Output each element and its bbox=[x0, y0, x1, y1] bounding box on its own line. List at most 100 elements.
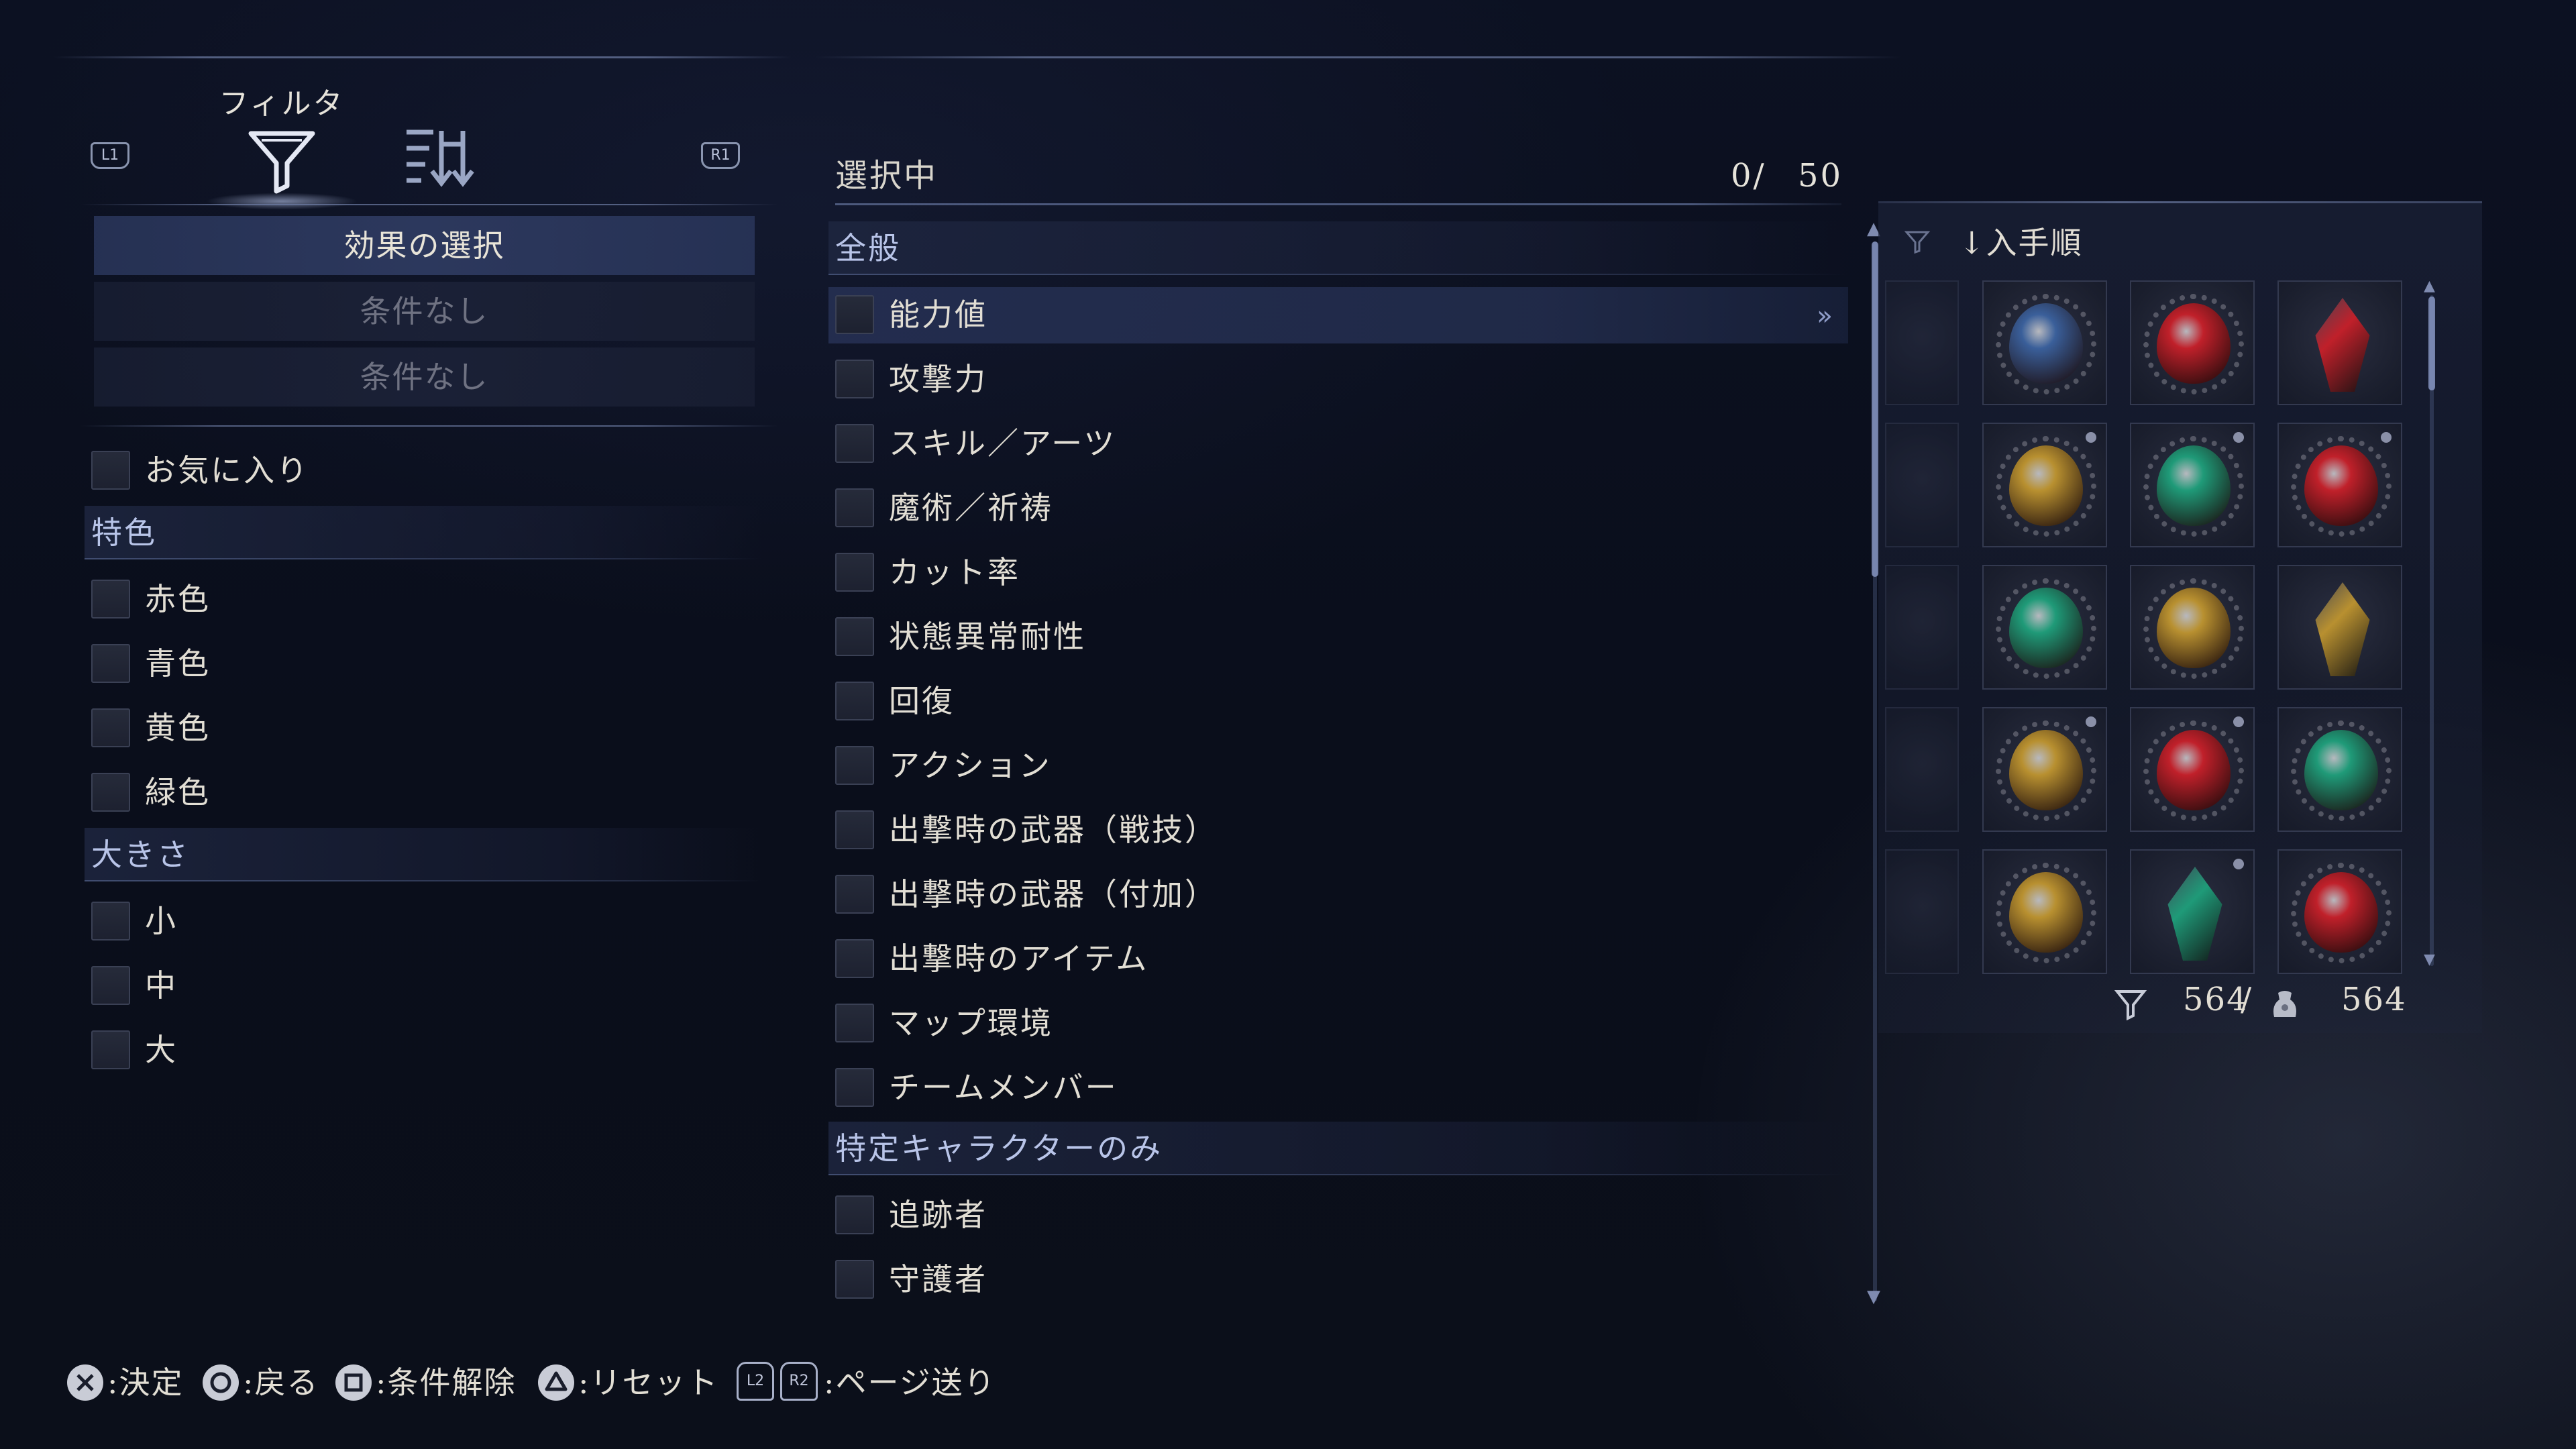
effect-option-label: 攻撃力 bbox=[889, 361, 987, 397]
tab-filter[interactable] bbox=[241, 124, 322, 198]
checkbox-row-effect-option[interactable]: 出撃時のアイテム bbox=[835, 935, 1774, 982]
effect-option-label: アクション bbox=[889, 747, 1052, 784]
effect-select-button[interactable]: 効果の選択 bbox=[94, 216, 755, 275]
effect-option-checkbox[interactable] bbox=[835, 424, 874, 463]
item-slot-partial[interactable] bbox=[1885, 707, 1959, 832]
blue-checkbox[interactable] bbox=[91, 644, 130, 683]
green-checkbox[interactable] bbox=[91, 773, 130, 812]
effect-option-checkbox[interactable] bbox=[835, 1004, 874, 1042]
effect-option-label: スキル／アーツ bbox=[889, 425, 1117, 462]
red-checkbox[interactable] bbox=[91, 580, 130, 619]
item-slot[interactable] bbox=[1982, 707, 2107, 832]
checkbox-row-effect-option[interactable]: 攻撃力 bbox=[835, 356, 1774, 402]
scroll-down-arrow-icon[interactable]: ▼ bbox=[1867, 1287, 1880, 1307]
condition-slot-1[interactable]: 条件なし bbox=[94, 282, 755, 341]
grid-scroll-down-arrow-icon[interactable]: ▼ bbox=[2424, 951, 2435, 968]
effect-option-checkbox[interactable] bbox=[835, 360, 874, 398]
item-slot-partial[interactable] bbox=[1885, 280, 1959, 405]
checkbox-row-effect-option[interactable]: 出撃時の武器（戦技） bbox=[835, 806, 1774, 853]
green-relic-gem-icon bbox=[2157, 445, 2231, 526]
item-slot-partial[interactable] bbox=[1885, 565, 1959, 690]
clear-conditions-hint[interactable]: :条件解除 bbox=[376, 1359, 517, 1406]
tab-sort[interactable] bbox=[402, 124, 483, 191]
checkbox-row-effect-option[interactable]: アクション bbox=[835, 742, 1774, 789]
red-relic-gem-icon bbox=[2157, 303, 2231, 384]
character-option-label: 守護者 bbox=[889, 1261, 987, 1297]
checkbox-row-effect-option[interactable]: スキル／アーツ bbox=[835, 420, 1774, 467]
filter-funnel-icon bbox=[248, 131, 315, 194]
small-checkbox[interactable] bbox=[91, 902, 130, 941]
left-divider bbox=[80, 425, 778, 427]
checkbox-row-effect-option[interactable]: 魔術／祈祷 bbox=[835, 484, 1774, 531]
square-button-icon bbox=[335, 1364, 372, 1401]
effect-option-checkbox[interactable] bbox=[835, 682, 874, 720]
checkbox-row-effect-option[interactable]: カット率 bbox=[835, 549, 1774, 596]
effect-option-checkbox[interactable] bbox=[835, 810, 874, 849]
condition-slot-2[interactable]: 条件なし bbox=[94, 347, 755, 407]
checkbox-row-blue[interactable]: 青色 bbox=[91, 640, 695, 687]
reset-hint[interactable]: :リセット bbox=[578, 1359, 719, 1406]
effect-option-label: 魔術／祈祷 bbox=[889, 490, 1053, 526]
grid-scrollbar-track[interactable] bbox=[2430, 295, 2434, 966]
back-hint[interactable]: :戻る bbox=[243, 1359, 319, 1406]
yellow-crystal-relic-icon bbox=[2315, 582, 2370, 676]
item-slot[interactable] bbox=[1982, 423, 2107, 547]
effect-option-checkbox[interactable] bbox=[835, 746, 874, 785]
item-slot-partial[interactable] bbox=[1885, 423, 1959, 547]
item-slot[interactable] bbox=[2130, 849, 2255, 974]
sort-order-label[interactable]: ↓入手順 bbox=[1959, 219, 2083, 263]
checkbox-row-small[interactable]: 小 bbox=[91, 898, 695, 945]
effect-option-checkbox[interactable] bbox=[835, 553, 874, 592]
item-slot[interactable] bbox=[2277, 423, 2402, 547]
effect-option-checkbox[interactable] bbox=[835, 295, 874, 334]
checkbox-row-favorite[interactable]: お気に入り bbox=[91, 447, 695, 494]
checkbox-row-red[interactable]: 赤色 bbox=[91, 576, 695, 623]
item-slot[interactable] bbox=[2277, 565, 2402, 690]
yellow-checkbox[interactable] bbox=[91, 708, 130, 747]
item-slot[interactable] bbox=[2277, 707, 2402, 832]
favorite-checkbox[interactable] bbox=[91, 451, 130, 490]
checkbox-row-effect-option[interactable]: 出撃時の武器（付加） bbox=[835, 871, 1774, 918]
checkbox-row-character-option[interactable]: 追跡者 bbox=[835, 1191, 1774, 1238]
checkbox-row-character-option[interactable]: 守護者 bbox=[835, 1256, 1774, 1303]
confirm-hint[interactable]: :決定 bbox=[107, 1359, 184, 1406]
item-slot[interactable] bbox=[1982, 280, 2107, 405]
page-turn-hint[interactable]: :ページ送り bbox=[824, 1359, 996, 1406]
item-slot[interactable] bbox=[1982, 849, 2107, 974]
item-slot-partial[interactable] bbox=[1885, 849, 1959, 974]
item-slot[interactable] bbox=[2277, 280, 2402, 405]
large-checkbox[interactable] bbox=[91, 1030, 130, 1069]
medium-label: 中 bbox=[145, 967, 178, 1004]
effect-option-checkbox[interactable] bbox=[835, 617, 874, 656]
item-slot[interactable] bbox=[2130, 280, 2255, 405]
checkbox-row-green[interactable]: 緑色 bbox=[91, 769, 695, 816]
effect-option-checkbox[interactable] bbox=[835, 939, 874, 978]
effect-option-checkbox[interactable] bbox=[835, 875, 874, 914]
item-slot[interactable] bbox=[2277, 849, 2402, 974]
item-slot[interactable] bbox=[2130, 707, 2255, 832]
l1-button-hint[interactable]: L1 bbox=[91, 142, 129, 169]
effect-option-checkbox[interactable] bbox=[835, 488, 874, 527]
item-slot[interactable] bbox=[1982, 565, 2107, 690]
item-slot[interactable] bbox=[2130, 423, 2255, 547]
checkbox-row-medium[interactable]: 中 bbox=[91, 962, 695, 1009]
checkbox-row-effect-option[interactable]: 状態異常耐性 bbox=[835, 613, 1774, 660]
checkbox-row-effect-option[interactable]: マップ環境 bbox=[835, 1000, 1774, 1046]
middle-panel-top-rule bbox=[815, 56, 1902, 58]
character-option-checkbox[interactable] bbox=[835, 1260, 874, 1299]
grid-scrollbar-thumb[interactable] bbox=[2428, 297, 2435, 390]
checkbox-row-effect-option[interactable]: チームメンバー bbox=[835, 1064, 1774, 1111]
character-option-checkbox[interactable] bbox=[835, 1195, 874, 1234]
grid-scroll-up-arrow-icon[interactable]: ▲ bbox=[2424, 278, 2435, 294]
checkbox-row-yellow[interactable]: 黄色 bbox=[91, 704, 695, 751]
color-section-heading: 特色 bbox=[85, 506, 762, 559]
checkbox-row-effect-option[interactable]: 能力値 bbox=[835, 291, 1774, 338]
medium-checkbox[interactable] bbox=[91, 966, 130, 1005]
checkbox-row-large[interactable]: 大 bbox=[91, 1026, 695, 1073]
item-slot[interactable] bbox=[2130, 565, 2255, 690]
effect-option-checkbox[interactable] bbox=[835, 1068, 874, 1107]
tab-active-glow bbox=[174, 188, 389, 215]
middle-scrollbar-thumb[interactable] bbox=[1872, 241, 1878, 577]
r1-button-hint[interactable]: R1 bbox=[701, 142, 740, 169]
checkbox-row-effect-option[interactable]: 回復 bbox=[835, 678, 1774, 724]
